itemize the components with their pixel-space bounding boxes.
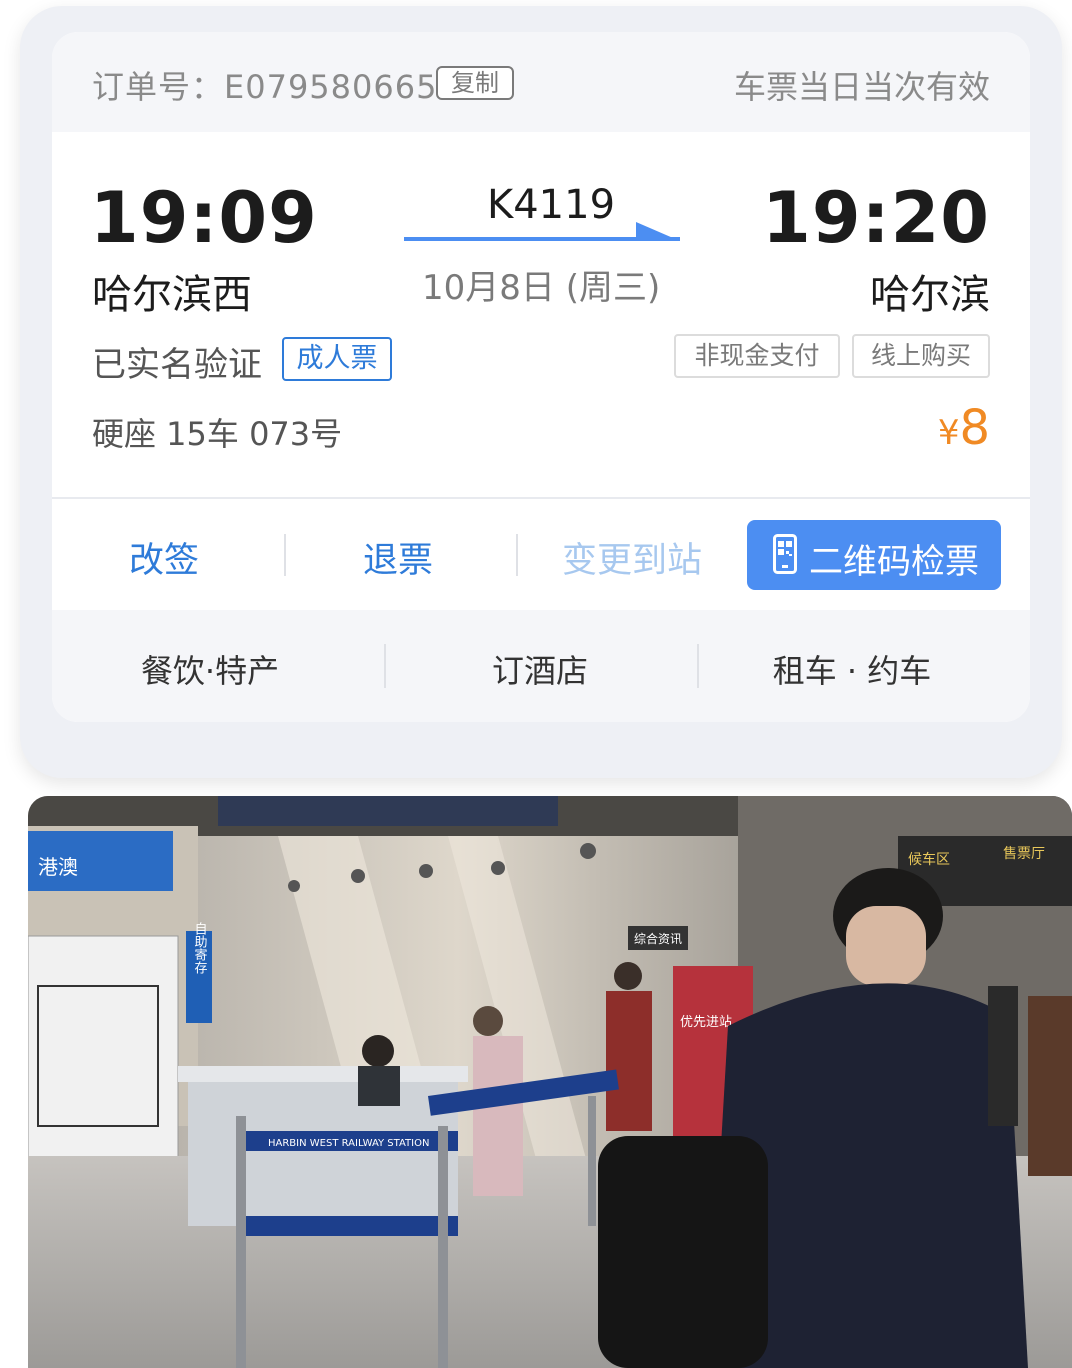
order-number: 订单号：E079580665	[92, 68, 438, 106]
currency-symbol: ¥	[937, 413, 960, 453]
validity-note: 车票当日当次有效	[733, 68, 990, 106]
barrier-tape-text: HARBIN WEST RAILWAY STATION	[268, 1138, 429, 1149]
priority-sign: 优先进站	[680, 1015, 732, 1030]
services-bar: 餐饮·特产 订酒店 租车 · 约车	[52, 610, 1030, 722]
locker-sign: 自助寄存	[192, 922, 208, 974]
food-specialty-link[interactable]: 餐饮·特产	[60, 646, 360, 692]
price-value: 8	[959, 400, 990, 456]
arrival-time: 19:20	[762, 177, 990, 259]
ticket-type-badge: 成人票	[282, 337, 392, 381]
departure-station: 哈尔滨西	[92, 272, 252, 318]
refund-button[interactable]: 退票	[308, 532, 488, 583]
action-separator	[516, 534, 518, 576]
billboard-text: 港澳	[38, 855, 78, 879]
order-header: 订单号：E079580665 复制 车票当日当次有效	[52, 32, 1030, 132]
route-arrow-icon	[404, 222, 680, 241]
seat-info: 硬座 15车 073号	[92, 415, 343, 453]
departure-time: 19:09	[90, 177, 318, 259]
station-photo-illustration: 港澳 自助寄存 候车区 售票厅 综合资讯 优先进站 HARBIN WEST RA…	[28, 796, 1072, 1368]
station-photo: 港澳 自助寄存 候车区 售票厅 综合资讯 优先进站 HARBIN WEST RA…	[28, 796, 1072, 1368]
ticket-hall-sign: 售票厅	[1003, 846, 1045, 862]
ticket-price: ¥8	[938, 400, 990, 456]
waiting-area-sign: 候车区	[908, 851, 950, 868]
action-separator	[284, 534, 286, 576]
service-separator	[384, 644, 386, 688]
car-rental-link[interactable]: 租车 · 约车	[702, 646, 1002, 692]
qr-check-button[interactable]: 二维码检票	[747, 520, 1001, 590]
info-sign: 综合资讯	[634, 931, 682, 946]
verification-status: 已实名验证	[92, 345, 262, 385]
ticket-card: 订单号：E079580665 复制 车票当日当次有效 19:09 哈尔滨西 K4…	[52, 32, 1030, 722]
phone-qr-icon	[773, 534, 797, 574]
arrival-station: 哈尔滨	[870, 272, 990, 318]
divider	[52, 497, 1030, 499]
payment-tag: 非现金支付	[674, 334, 840, 378]
travel-date: 10月8日 (周三)	[422, 268, 661, 308]
purchase-tag: 线上购买	[852, 334, 990, 378]
qr-check-label: 二维码检票	[809, 542, 979, 582]
copy-button[interactable]: 复制	[436, 66, 514, 100]
hotel-link[interactable]: 订酒店	[390, 646, 690, 692]
service-separator	[697, 644, 699, 688]
change-station-button[interactable]: 变更到站	[542, 532, 722, 583]
change-ticket-button[interactable]: 改签	[74, 532, 254, 583]
